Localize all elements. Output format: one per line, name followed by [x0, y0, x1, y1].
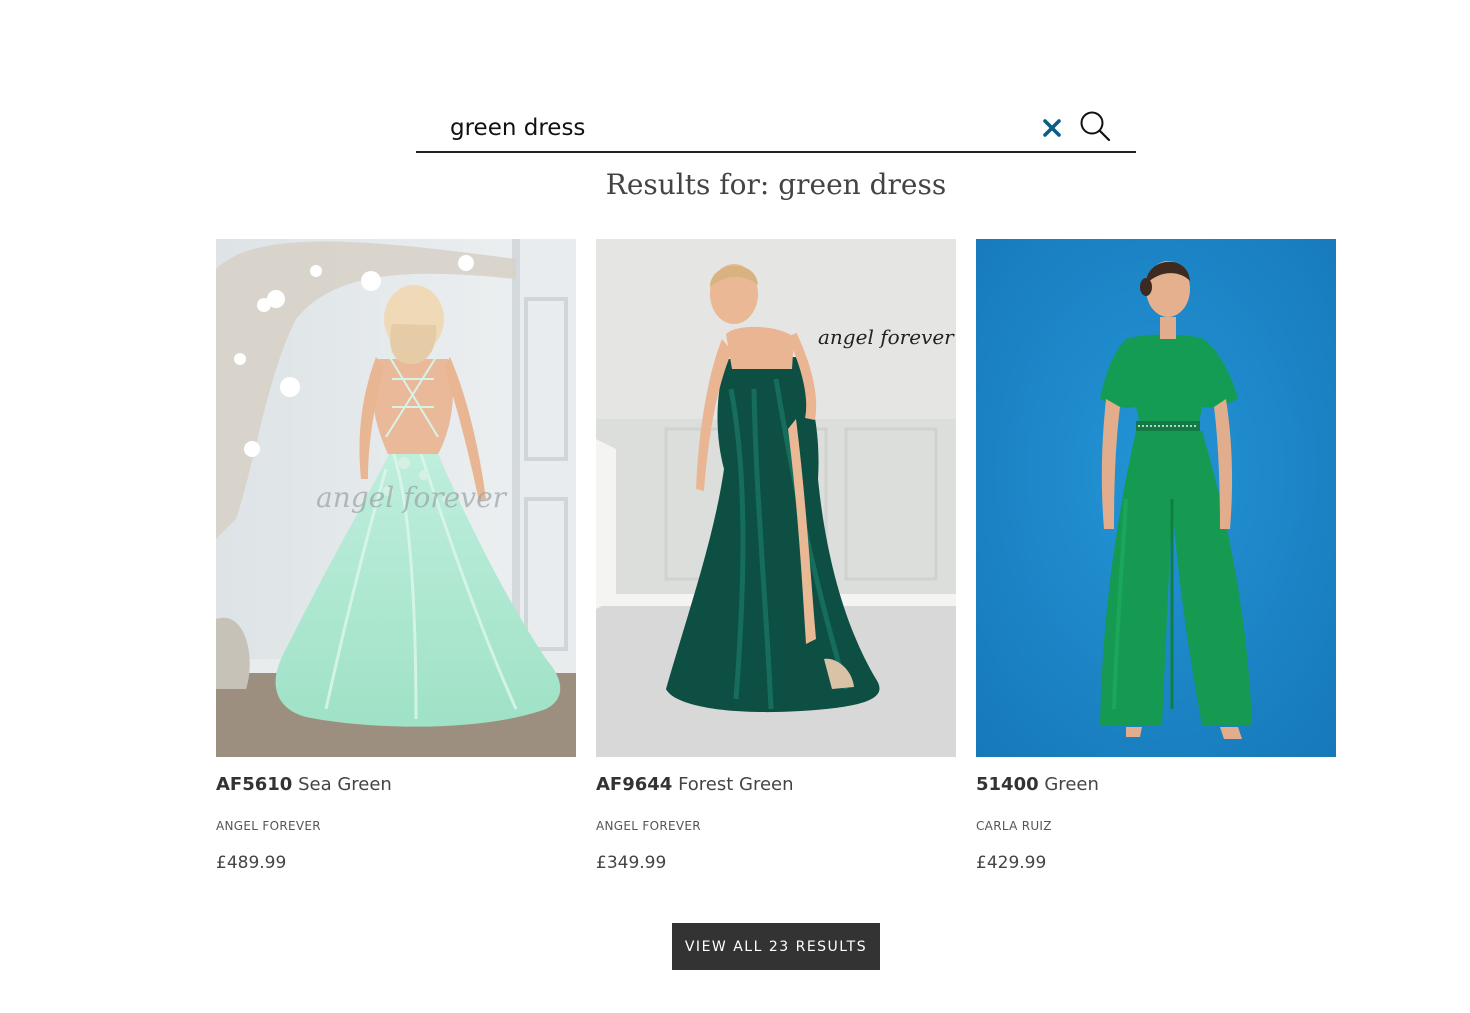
product-name[interactable]: AF5610 Sea Green	[216, 774, 392, 795]
product-image[interactable]: angel forever	[216, 239, 576, 757]
clear-search-button[interactable]	[1040, 116, 1064, 140]
product-card[interactable]: angel forever AF5610 Sea Green ANGEL FOR…	[216, 239, 576, 873]
product-price: £349.99	[596, 853, 667, 873]
results-title: Results for: green dress	[605, 168, 947, 201]
search-bar	[416, 104, 1136, 153]
product-brand: ANGEL FOREVER	[216, 819, 321, 833]
product-name[interactable]: AF9644 Forest Green	[596, 774, 794, 795]
product-image[interactable]	[976, 239, 1336, 757]
close-icon	[1043, 119, 1061, 137]
search-icon	[1080, 111, 1111, 142]
view-all-results-button[interactable]: VIEW ALL 23 RESULTS	[672, 923, 880, 970]
product-price: £489.99	[216, 853, 287, 873]
search-submit-button[interactable]	[1078, 110, 1112, 144]
search-input[interactable]	[450, 112, 1020, 144]
product-brand: CARLA RUIZ	[976, 819, 1052, 833]
product-brand: ANGEL FOREVER	[596, 819, 701, 833]
image-watermark: angel forever	[818, 325, 955, 349]
product-name[interactable]: 51400 Green	[976, 774, 1099, 795]
product-price: £429.99	[976, 853, 1047, 873]
product-card[interactable]: angel forever AF9644 Forest Green ANGEL …	[596, 239, 956, 873]
product-image[interactable]: angel forever	[596, 239, 956, 757]
image-watermark: angel forever	[316, 481, 508, 514]
product-card[interactable]: 51400 Green CARLA RUIZ £429.99	[976, 239, 1336, 873]
